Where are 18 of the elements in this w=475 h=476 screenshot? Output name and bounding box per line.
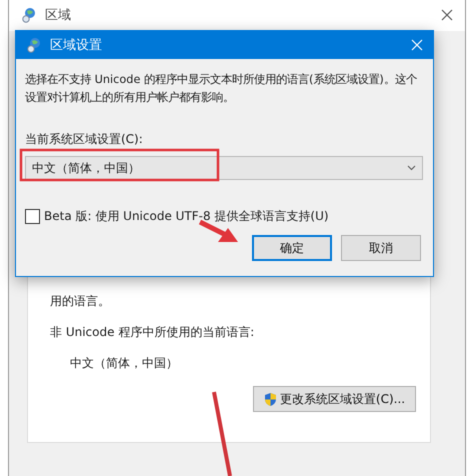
locale-label: 当前系统区域设置(C): [25, 131, 144, 148]
chevron-down-icon [407, 165, 416, 171]
beta-label: Beta 版: 使用 Unicode UTF-8 提供全球语言支持(U) [44, 208, 329, 225]
change-locale-button[interactable]: 更改系统区域设置(C)... [253, 386, 416, 412]
dialog-title: 区域设置 [50, 37, 103, 54]
window-title: 区域 [45, 7, 72, 24]
language-label: 非 Unicode 程序中所使用的当前语言: [50, 324, 256, 341]
language-value: 中文（简体，中国） [69, 355, 179, 372]
cancel-button[interactable]: 取消 [341, 235, 421, 261]
globe-icon [21, 7, 37, 23]
description-text: 用的语言。 [50, 293, 111, 310]
globe-icon [26, 37, 42, 53]
description-text: 选择在不支持 Unicode 的程序中显示文本时所使用的语言(系统区域设置)。这个设置对计算机上的所有用户帐户都有影响。 [25, 72, 418, 106]
beta-checkbox[interactable] [25, 209, 40, 224]
locale-dropdown[interactable]: 中文（简体，中国） [25, 156, 423, 180]
ok-button[interactable]: 确定 [252, 235, 332, 261]
shield-icon [264, 392, 277, 406]
close-icon[interactable] [441, 9, 453, 21]
